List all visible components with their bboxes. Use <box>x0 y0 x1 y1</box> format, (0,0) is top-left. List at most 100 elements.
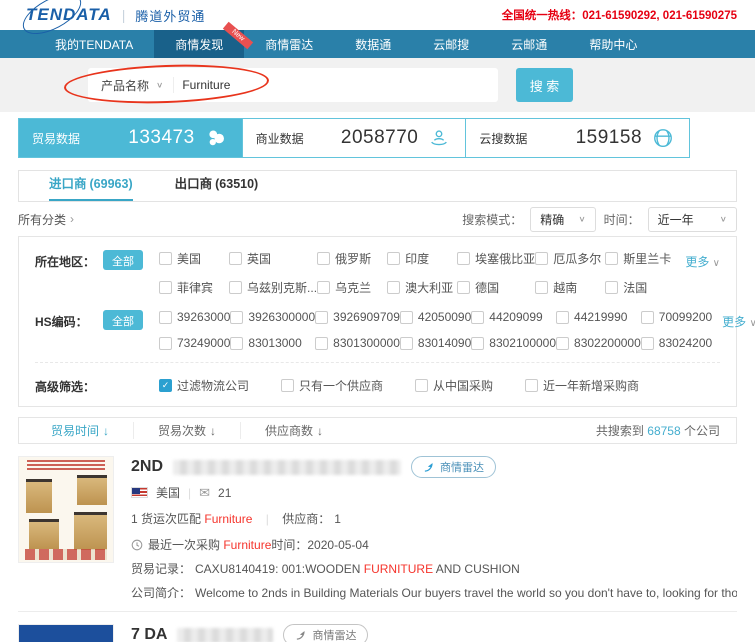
thumbnail-art <box>26 479 52 513</box>
nav-item-my-tendata[interactable]: 我的TENDATA <box>34 30 154 58</box>
checkbox-checked-icon: ✓ <box>159 379 172 392</box>
checkbox-icon <box>281 379 294 392</box>
clock-icon <box>131 539 143 551</box>
advanced-option-new-buyers[interactable]: 近一年新增采购商 <box>525 377 639 394</box>
region-option[interactable]: 埃塞俄比亚 <box>457 250 535 267</box>
region-option[interactable]: 乌克兰 <box>317 279 387 296</box>
region-option[interactable]: 厄瓜多尔 <box>535 250 605 267</box>
checkbox-icon <box>471 337 484 350</box>
checkbox-icon <box>605 252 618 265</box>
nav-item-data-pass[interactable]: 数据通 <box>334 30 412 58</box>
sort-trade-count[interactable]: 贸易次数↓ <box>134 422 241 439</box>
hs-option[interactable]: 44209099 <box>471 310 556 324</box>
hs-option[interactable]: 3926909709 <box>315 310 400 324</box>
product-name: 腾道外贸通 <box>135 6 205 25</box>
hs-option[interactable]: 8301300000 <box>315 336 400 350</box>
company-name[interactable]: 7 DA <box>131 626 167 642</box>
result-item: 7 DA 商情雷达 美国 | ✉ 6 <box>18 612 737 642</box>
divider: | <box>188 486 191 500</box>
stat-trade-data[interactable]: 贸易数据 133473 <box>19 119 242 157</box>
hs-option[interactable]: 83014090 <box>400 336 471 350</box>
checkbox-icon <box>556 311 569 324</box>
search-input[interactable] <box>182 78 498 92</box>
search-divider <box>173 77 174 93</box>
nav-item-help-center[interactable]: 帮助中心 <box>568 30 658 58</box>
tab-exporters[interactable]: 出口商(63510) <box>175 173 259 201</box>
nav-item-cloud-mail-pass[interactable]: 云邮通 <box>490 30 568 58</box>
hs-option[interactable]: 3926300000 <box>230 310 315 324</box>
thumbnail-art <box>25 549 107 560</box>
thumbnail-art <box>74 512 107 550</box>
region-option[interactable]: 英国 <box>229 250 317 267</box>
checkbox-icon <box>457 252 470 265</box>
keyword-highlight: Furniture <box>223 538 271 552</box>
region-option[interactable]: 印度 <box>387 250 457 267</box>
hs-more-link[interactable]: 更多 ∨ <box>722 310 755 350</box>
result-item: 2ND 商情雷达 美国 | ✉ 21 <box>18 444 737 612</box>
advanced-option-filter-logistics[interactable]: ✓过滤物流公司 <box>159 377 249 394</box>
region-all-button[interactable]: 全部 <box>103 250 143 270</box>
checkbox-icon <box>605 281 618 294</box>
region-option[interactable]: 俄罗斯 <box>317 250 387 267</box>
sort-supplier-count[interactable]: 供应商数↓ <box>241 422 347 439</box>
hs-option[interactable]: 83013000 <box>230 336 315 350</box>
hs-all-button[interactable]: 全部 <box>103 310 143 330</box>
region-option[interactable]: 越南 <box>535 279 605 296</box>
hs-option[interactable]: 83024200 <box>641 336 712 350</box>
hs-option[interactable]: 39263000 <box>159 310 230 324</box>
checkbox-icon <box>471 311 484 324</box>
region-option[interactable]: 德国 <box>457 279 535 296</box>
hs-option[interactable]: 42050090 <box>400 310 471 324</box>
results-list: 2ND 商情雷达 美国 | ✉ 21 <box>18 444 737 642</box>
nav-item-cloud-mail-search[interactable]: 云邮搜 <box>412 30 490 58</box>
search-category-select[interactable]: 产品名称 ∨ <box>88 77 173 94</box>
company-name[interactable]: 2ND <box>131 458 163 476</box>
hs-option[interactable]: 73249000 <box>159 336 230 350</box>
nav-item-business-discovery[interactable]: 商情发现 New <box>154 30 244 58</box>
company-thumbnail[interactable] <box>18 456 114 563</box>
company-thumbnail[interactable] <box>18 624 114 642</box>
region-more-link[interactable]: 更多 ∨ <box>685 250 720 296</box>
checkbox-icon <box>556 337 569 350</box>
region-label: 所在地区： <box>35 250 103 296</box>
radar-icon <box>295 629 307 641</box>
advanced-option-buy-from-china[interactable]: 从中国采购 <box>415 377 493 394</box>
nav-item-business-radar[interactable]: 商情雷达 <box>244 30 334 58</box>
logo[interactable]: TENDATA | 腾道外贸通 <box>26 5 205 25</box>
checkbox-icon <box>400 311 413 324</box>
logo-text: TENDATA <box>26 5 112 25</box>
chevron-down-icon: ∨ <box>720 215 727 224</box>
search-button[interactable]: 搜 索 <box>516 68 573 102</box>
search-box: 产品名称 ∨ <box>88 68 498 102</box>
radar-button[interactable]: 商情雷达 <box>283 624 368 642</box>
checkbox-icon <box>641 337 654 350</box>
stat-cloud-search-data[interactable]: 云搜数据 159158 <box>465 119 689 157</box>
time-select[interactable]: 近一年 ∨ <box>648 207 737 232</box>
sort-desc-icon: ↓ <box>317 424 323 438</box>
region-option[interactable]: 澳大利亚 <box>387 279 457 296</box>
radar-icon <box>423 461 435 473</box>
region-option[interactable]: 法国 <box>605 279 675 296</box>
toolbar: 所有分类 › 搜索模式： 精确 ∨ 时间： 近一年 ∨ <box>18 202 737 236</box>
radar-button[interactable]: 商情雷达 <box>411 456 496 478</box>
advanced-option-single-supplier[interactable]: 只有一个供应商 <box>281 377 383 394</box>
envelope-icon[interactable]: ✉ <box>199 485 210 501</box>
region-option[interactable]: 斯里兰卡 <box>605 250 675 267</box>
hs-option[interactable]: 8302200000 <box>556 336 641 350</box>
region-option[interactable]: 美国 <box>159 250 229 267</box>
search-mode-select[interactable]: 精确 ∨ <box>530 207 595 232</box>
hs-option[interactable]: 44219990 <box>556 310 641 324</box>
checkbox-icon <box>230 311 243 324</box>
sort-trade-time[interactable]: 贸易时间↓ <box>27 422 134 439</box>
hs-option[interactable]: 70099200 <box>641 310 712 324</box>
top-header: TENDATA | 腾道外贸通 全国统一热线：021-61590292, 021… <box>0 0 755 30</box>
region-option[interactable]: 菲律宾 <box>159 279 229 296</box>
molecule-icon <box>205 126 229 150</box>
all-categories-link[interactable]: 所有分类 › <box>18 211 74 228</box>
censored-company-name <box>173 460 401 475</box>
checkbox-icon <box>535 252 548 265</box>
stat-business-data[interactable]: 商业数据 2058770 <box>242 119 466 157</box>
region-option[interactable]: 乌兹别克斯... <box>229 279 317 296</box>
hs-option[interactable]: 8302100000 <box>471 336 556 350</box>
tab-importers[interactable]: 进口商(69963) <box>49 173 133 201</box>
